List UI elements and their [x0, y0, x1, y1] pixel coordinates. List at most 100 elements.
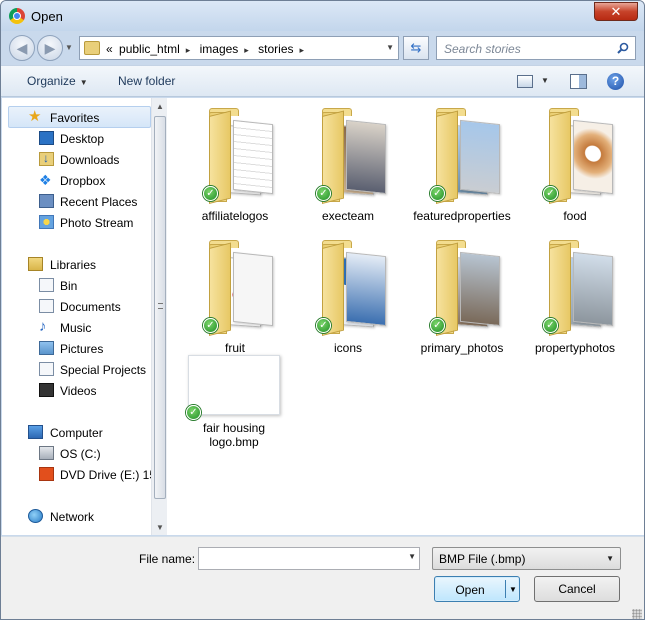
view-options-dropdown-icon[interactable]: ▼	[541, 76, 549, 85]
address-bar[interactable]: « public_html ▸ images ▸ stories ▸ ▼	[79, 36, 399, 60]
dialog-footer: File name: ▼ BMP File (.bmp) ▼ Open ▼ Ca…	[1, 536, 644, 619]
folder-item[interactable]: ✓ propertyphotos	[525, 238, 625, 358]
cancel-button[interactable]: Cancel	[534, 576, 620, 602]
sync-check-icon: ✓	[543, 186, 558, 201]
file-name: icons	[333, 341, 362, 355]
nav-label: Special Projects	[60, 363, 147, 377]
nav-music[interactable]: ♪ Music	[2, 317, 152, 337]
file-name: featuredproperties	[413, 209, 511, 223]
sync-check-icon: ✓	[543, 318, 558, 333]
folder-icon	[322, 240, 386, 336]
breadcrumb-separator-icon[interactable]: ▸	[300, 45, 305, 55]
file-type-select[interactable]: BMP File (.bmp) ▼	[432, 547, 621, 570]
grip-icon	[158, 303, 163, 309]
title-bar: Open ✕	[1, 1, 644, 31]
breadcrumb-public-html[interactable]: public_html	[119, 42, 180, 56]
arrow-right-icon: ▶	[44, 40, 56, 56]
nav-dvd-drive[interactable]: DVD Drive (E:) 15	[2, 464, 156, 484]
file-name-input[interactable]	[198, 547, 420, 570]
nav-label: OS (C:)	[60, 447, 101, 461]
open-label: Open	[455, 583, 485, 597]
address-dropdown-icon[interactable]: ▼	[386, 43, 394, 52]
folder-icon	[436, 108, 500, 204]
sync-check-icon: ✓	[203, 186, 218, 201]
file-name: fruit	[224, 341, 245, 355]
nav-videos[interactable]: Videos	[2, 380, 152, 400]
nav-computer[interactable]: Computer	[2, 422, 152, 442]
open-dialog: Open ✕ ◀ ▶ ▼ « public_html ▸ images ▸ stor…	[0, 0, 645, 620]
breadcrumb-separator-icon[interactable]: ▸	[186, 45, 191, 55]
open-button[interactable]: Open ▼	[434, 576, 520, 602]
organize-button[interactable]: Organize ▼	[27, 74, 88, 88]
nav-libraries[interactable]: Libraries	[2, 254, 152, 274]
file-item[interactable]: ✓ fair housing logo.bmp	[168, 355, 280, 475]
search-box[interactable]: Search stories	[436, 36, 636, 60]
sync-check-icon: ✓	[430, 318, 445, 333]
nav-desktop[interactable]: Desktop	[2, 128, 152, 148]
chevron-down-icon: ▼	[606, 554, 614, 563]
nav-recent-places[interactable]: Recent Places	[2, 191, 152, 211]
breadcrumb-stories[interactable]: stories	[258, 42, 293, 56]
nav-label: Photo Stream	[60, 216, 134, 230]
nav-dropbox[interactable]: ❖ Dropbox	[2, 170, 152, 190]
nav-favorites[interactable]: ★ Favorites	[2, 107, 152, 127]
search-input[interactable]: Search stories	[444, 42, 521, 56]
folder-item[interactable]: ✓ featuredproperties	[412, 106, 512, 226]
documents-icon	[39, 299, 54, 313]
file-type-value: BMP File (.bmp)	[439, 552, 526, 566]
nav-bin[interactable]: Bin	[2, 275, 152, 295]
nav-scrollbar[interactable]: ▲ ▼	[151, 98, 167, 535]
back-button[interactable]: ◀	[9, 35, 35, 61]
change-view-icon[interactable]	[517, 75, 533, 88]
breadcrumb-images[interactable]: images	[200, 42, 239, 56]
folder-icon	[436, 240, 500, 336]
pictures-icon	[39, 341, 54, 355]
folder-item[interactable]: ✓ icons	[298, 238, 398, 358]
preview-pane-icon[interactable]	[570, 74, 587, 89]
navigation-pane: ★ Favorites Desktop Downloads ❖ Dropbox …	[2, 98, 167, 535]
folder-icon	[549, 240, 613, 336]
nav-label: Desktop	[60, 132, 105, 146]
nav-label: Videos	[60, 384, 97, 398]
nav-label: Documents	[60, 300, 121, 314]
nav-special-projects[interactable]: Special Projects	[2, 359, 152, 379]
resize-grip-icon[interactable]	[632, 609, 642, 619]
breadcrumb-separator-icon[interactable]: ▸	[244, 45, 249, 55]
nav-network[interactable]: Network	[2, 506, 152, 526]
nav-os-drive[interactable]: OS (C:)	[2, 443, 152, 463]
sync-check-icon: ✓	[203, 318, 218, 333]
nav-label: DVD Drive (E:) 15	[60, 468, 157, 482]
scroll-thumb[interactable]	[154, 116, 166, 499]
search-icon[interactable]	[617, 42, 629, 54]
refresh-button[interactable]: ⇆	[403, 36, 429, 60]
open-options-dropdown-icon[interactable]: ▼	[509, 585, 517, 594]
scroll-down-icon[interactable]: ▼	[156, 523, 164, 532]
libraries-icon	[28, 257, 43, 271]
nav-photo-stream[interactable]: Photo Stream	[2, 212, 152, 232]
folder-item[interactable]: ✓ primary_photos	[412, 238, 512, 358]
new-folder-button[interactable]: New folder	[118, 74, 175, 88]
forward-button[interactable]: ▶	[37, 35, 63, 61]
split-divider	[505, 580, 506, 598]
nav-label: Dropbox	[60, 174, 106, 188]
folder-item[interactable]: ✓ affiliatelogos	[185, 106, 285, 226]
nav-pictures[interactable]: Pictures	[2, 338, 152, 358]
breadcrumb-overflow[interactable]: «	[106, 42, 113, 56]
nav-downloads[interactable]: Downloads	[2, 149, 152, 169]
folder-item[interactable]: ✓ food	[525, 106, 625, 226]
recent-locations-dropdown[interactable]: ▼	[65, 43, 73, 52]
sync-check-icon: ✓	[430, 186, 445, 201]
file-name: affiliatelogos	[201, 209, 269, 223]
nav-label: Computer	[50, 426, 103, 440]
file-name-label: File name:	[139, 552, 196, 566]
nav-documents[interactable]: Documents	[2, 296, 152, 316]
help-icon[interactable]: ?	[607, 73, 624, 90]
scroll-up-icon[interactable]: ▲	[156, 102, 164, 111]
office-dvd-icon	[39, 467, 54, 481]
network-icon	[28, 509, 43, 523]
close-button[interactable]: ✕	[594, 2, 638, 21]
folder-item[interactable]: ✓ execteam	[298, 106, 398, 226]
nav-label: Libraries	[50, 258, 97, 272]
music-icon: ♪	[39, 318, 47, 335]
folder-item[interactable]: ✓ fruit	[185, 238, 285, 358]
